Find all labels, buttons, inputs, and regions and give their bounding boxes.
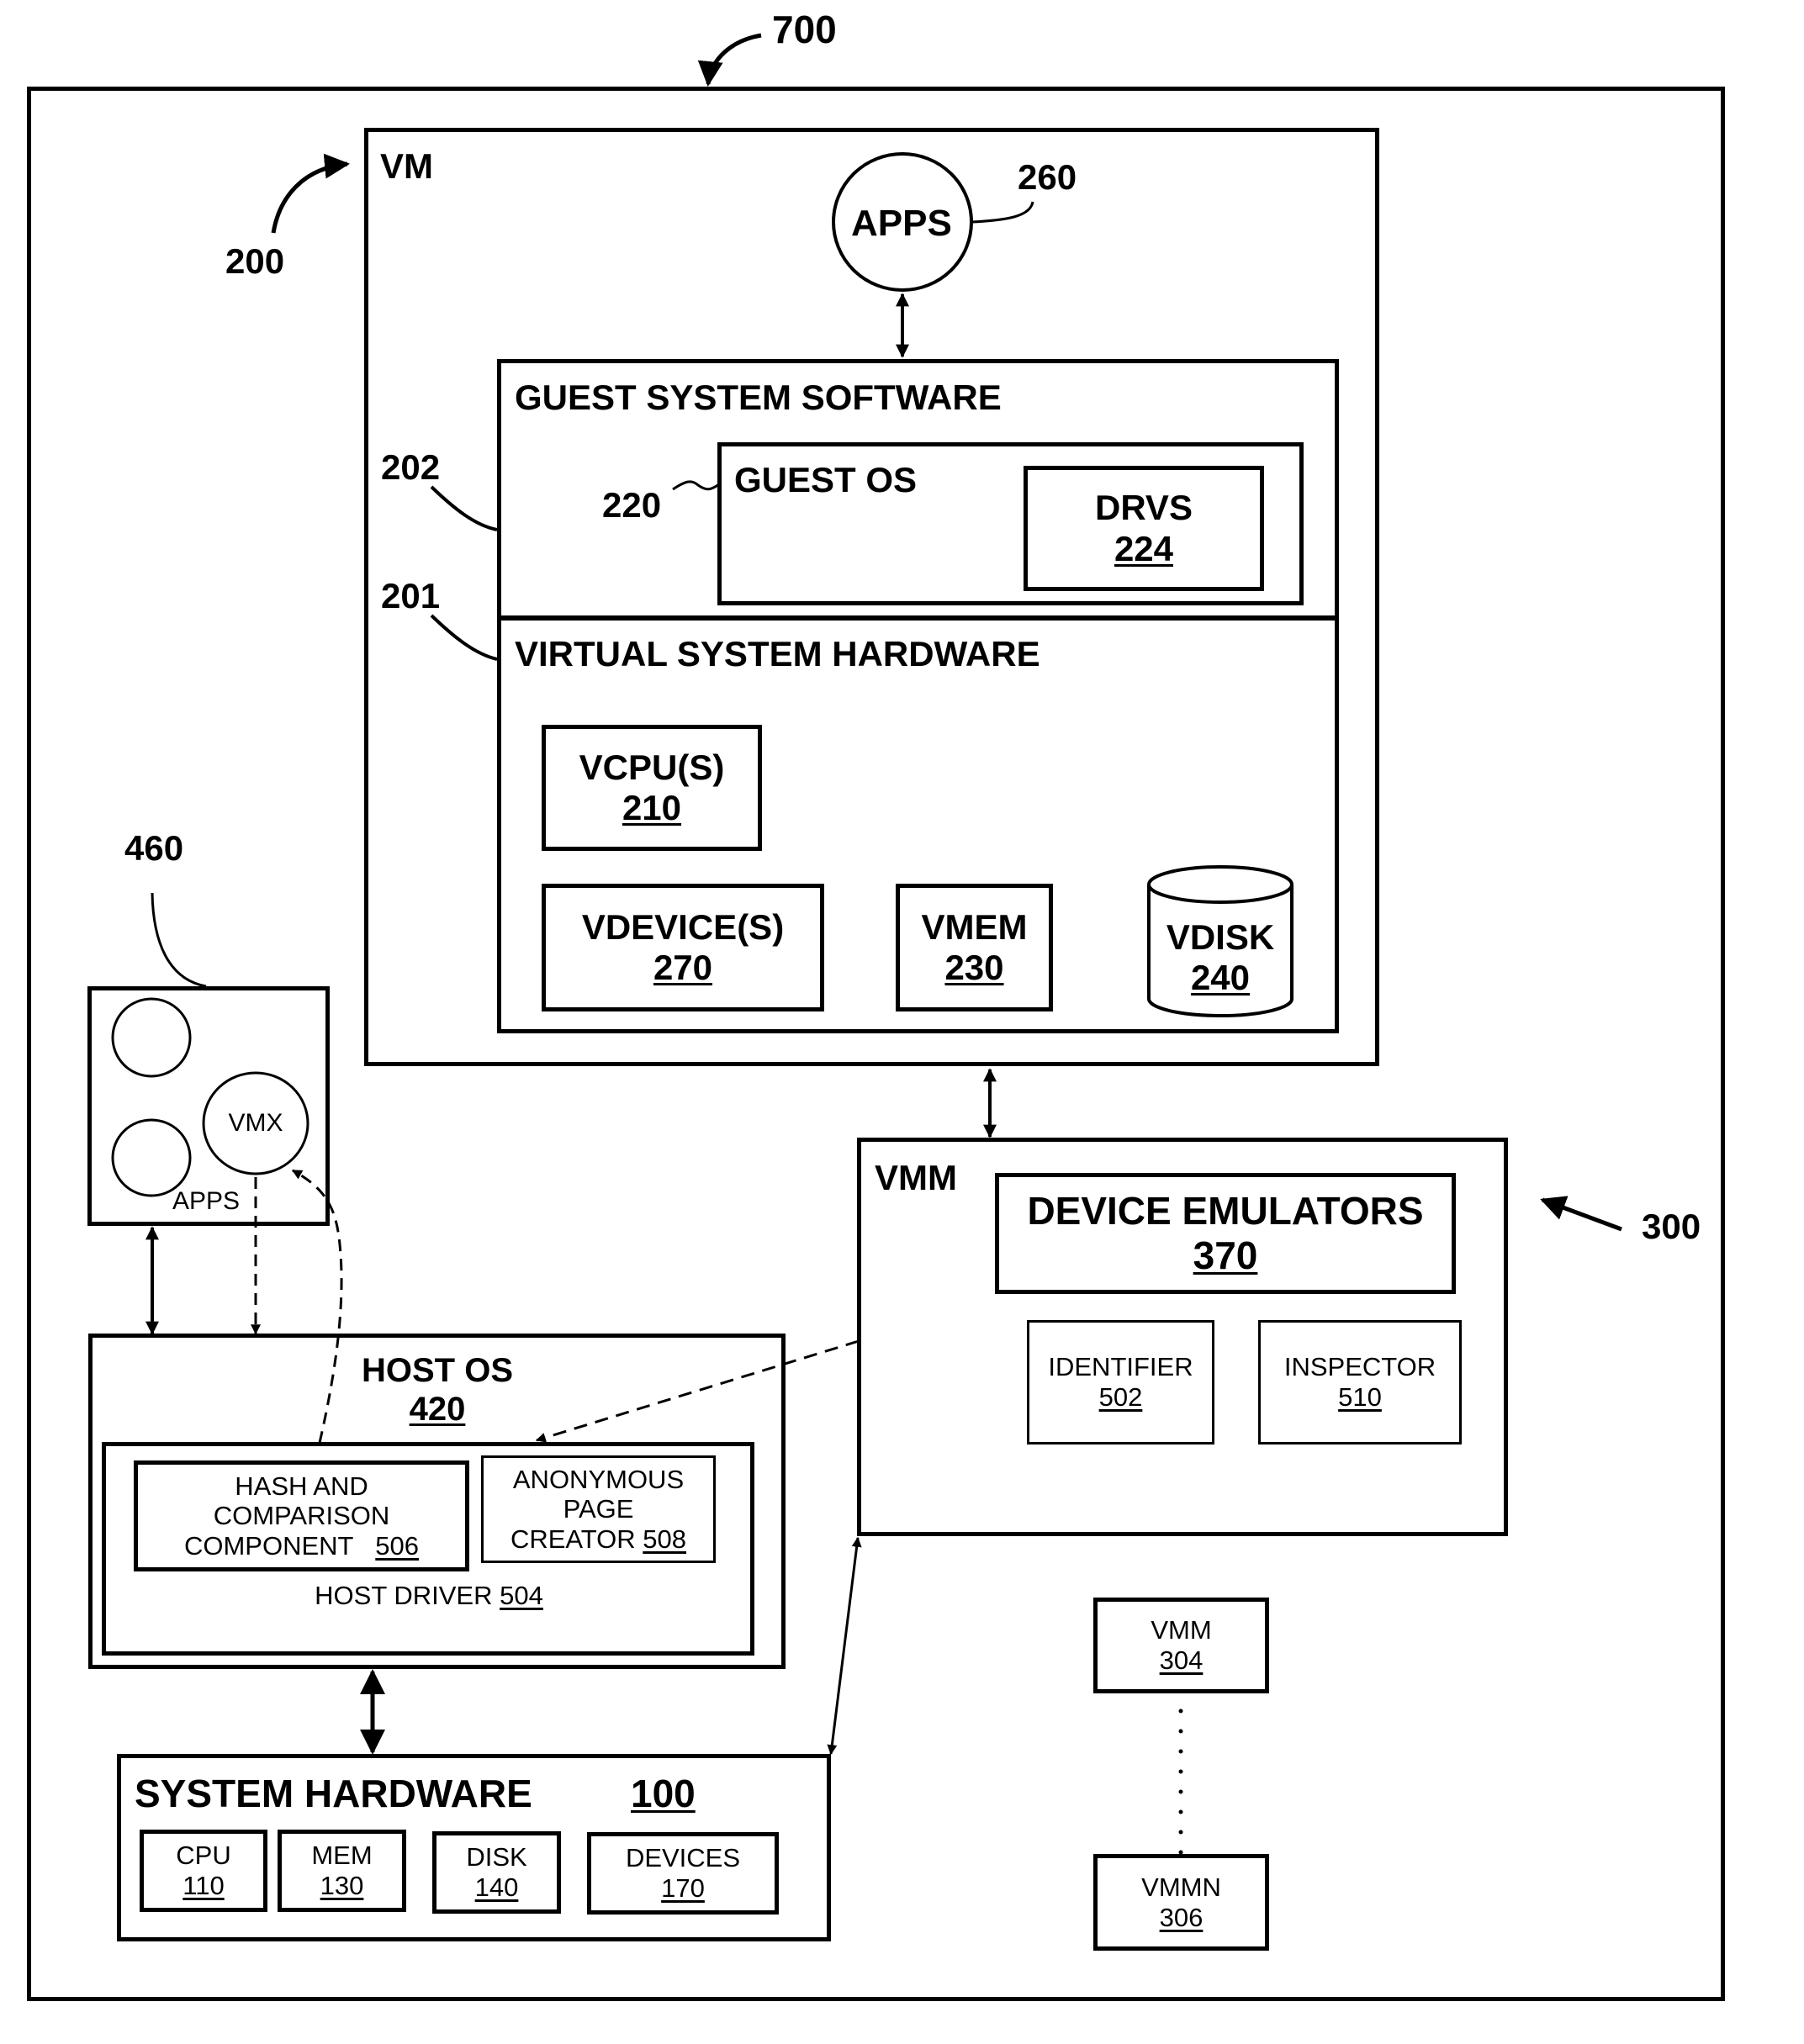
system-hardware-number: 100: [631, 1772, 696, 1815]
device-emulators-box[interactable]: DEVICE EMULATORS 370: [995, 1173, 1456, 1294]
drvs-label: DRVS: [1095, 488, 1193, 528]
identifier-box[interactable]: IDENTIFIER 502: [1027, 1320, 1214, 1445]
ref-700-label: 700: [772, 8, 837, 51]
system-hardware-title: SYSTEM HARDWARE: [135, 1772, 532, 1815]
cpu-number: 110: [183, 1871, 225, 1900]
vmem-label: VMEM: [921, 906, 1028, 947]
mem-number: 130: [320, 1871, 364, 1900]
host-driver-label: HOST DRIVER: [315, 1581, 493, 1610]
vm-apps-label: APPS: [851, 203, 952, 244]
inspector-box[interactable]: INSPECTOR 510: [1258, 1320, 1462, 1445]
vmm-title: VMM: [875, 1158, 957, 1197]
disk-number: 140: [474, 1872, 519, 1902]
mem-label: MEM: [311, 1841, 373, 1871]
anon-line-3-text: CREATOR: [510, 1524, 636, 1554]
hash-line-3-text: COMPONENT: [183, 1530, 354, 1561]
disk-label: DISK: [466, 1842, 527, 1872]
guest-system-software-title: GUEST SYSTEM SOFTWARE: [515, 378, 1002, 417]
vmm-306-number: 306: [1159, 1902, 1204, 1932]
vcpu-number: 210: [622, 788, 682, 827]
host-os-title: HOST OS: [361, 1352, 514, 1389]
host-os-title-block: HOST OS 420: [345, 1352, 530, 1428]
mem-box[interactable]: MEM 130: [278, 1830, 406, 1912]
disk-box[interactable]: DISK 140: [432, 1831, 561, 1914]
devices-number: 170: [661, 1873, 705, 1903]
hash-line-1: HASH AND: [235, 1471, 368, 1501]
vdevice-box[interactable]: VDEVICE(S) 270: [542, 884, 824, 1011]
hash-number: 506: [375, 1530, 420, 1561]
vmem-number: 230: [944, 948, 1004, 987]
virtual-system-hardware-title: VIRTUAL SYSTEM HARDWARE: [515, 634, 1040, 673]
host-driver-number: 504: [500, 1581, 543, 1610]
vdevice-label: VDEVICE(S): [581, 906, 785, 947]
drvs-number: 224: [1114, 528, 1174, 568]
guest-os-title: GUEST OS: [734, 460, 918, 499]
vdisk[interactable]: VDISK 240: [1149, 908, 1292, 1007]
vdisk-label: VDISK: [1166, 916, 1275, 957]
anon-page-creator-box[interactable]: ANONYMOUS PAGE CREATOR 508: [481, 1455, 716, 1563]
cpu-box[interactable]: CPU 110: [140, 1830, 267, 1912]
devices-box[interactable]: DEVICES 170: [587, 1832, 779, 1915]
hash-comparison-box[interactable]: HASH AND COMPARISON COMPONENT 506: [134, 1460, 469, 1571]
vmm-306-box[interactable]: VMMN 306: [1093, 1854, 1269, 1951]
identifier-number: 502: [1098, 1382, 1143, 1412]
vmm-304-number: 304: [1159, 1645, 1204, 1675]
host-apps-label: APPS: [172, 1187, 241, 1215]
vmem-box[interactable]: VMEM 230: [896, 884, 1053, 1011]
inspector-label: INSPECTOR: [1283, 1352, 1436, 1382]
vmx-label: VMX: [228, 1109, 283, 1137]
ref-700-leader-arrow: [697, 33, 762, 87]
anon-line-3: CREATOR 508: [511, 1524, 686, 1555]
vdisk-number: 240: [1190, 958, 1251, 997]
cpu-label: CPU: [176, 1841, 231, 1871]
hash-line-2: COMPARISON: [213, 1501, 390, 1531]
vcpu-label: VCPU(S): [579, 747, 725, 787]
devices-label: DEVICES: [625, 1843, 741, 1873]
anon-line-1: ANONYMOUS: [512, 1464, 685, 1494]
vmm-306-label: VMMN: [1141, 1872, 1221, 1902]
vmm-304-label: VMM: [1151, 1615, 1212, 1645]
vcpu-box[interactable]: VCPU(S) 210: [542, 725, 762, 851]
host-os-number: 420: [409, 1391, 466, 1428]
drvs-box[interactable]: DRVS 224: [1024, 466, 1264, 591]
device-emulators-label: DEVICE EMULATORS: [1027, 1189, 1424, 1233]
identifier-label: IDENTIFIER: [1048, 1352, 1193, 1382]
vdevice-number: 270: [653, 948, 713, 987]
anon-number: 508: [643, 1524, 687, 1554]
device-emulators-number: 370: [1193, 1233, 1258, 1277]
inspector-number: 510: [1338, 1382, 1382, 1412]
vm-title: VM: [380, 146, 433, 186]
hash-line-3: COMPONENT 506: [184, 1531, 419, 1561]
vmm-304-box[interactable]: VMM 304: [1093, 1598, 1269, 1693]
host-driver-label-row: HOST DRIVER 504: [252, 1582, 606, 1608]
anon-line-2: PAGE: [563, 1494, 634, 1524]
